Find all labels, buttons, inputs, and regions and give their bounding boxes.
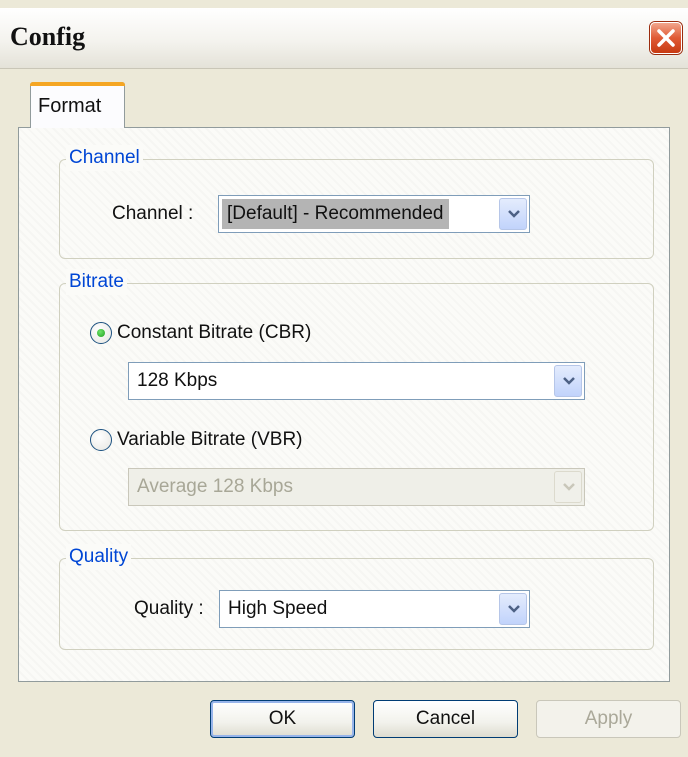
vbr-bitrate-select[interactable]: Average 128 Kbps [128, 468, 585, 506]
vbr-select-value: Average 128 Kbps [137, 476, 293, 497]
cbr-label[interactable]: Constant Bitrate (CBR) [117, 321, 311, 345]
channel-label: Channel : [112, 203, 194, 224]
quality-select[interactable]: High Speed [219, 590, 530, 628]
channel-select-value: [Default] - Recommended [222, 199, 449, 229]
bitrate-group-legend: Bitrate [66, 269, 127, 295]
ok-button[interactable]: OK [210, 700, 355, 738]
chevron-down-icon [563, 483, 575, 491]
vbr-dropdown-button[interactable] [554, 471, 582, 503]
vbr-label[interactable]: Variable Bitrate (VBR) [117, 428, 303, 452]
vbr-radio[interactable] [90, 429, 112, 451]
quality-group-legend: Quality [66, 544, 132, 570]
chevron-down-icon [508, 605, 520, 613]
apply-button[interactable]: Apply [536, 700, 681, 738]
cbr-dropdown-button[interactable] [554, 365, 582, 397]
channel-group: Channel Channel : [Default] - Recommende… [59, 145, 654, 259]
window-title: Config [10, 22, 86, 51]
cancel-button[interactable]: Cancel [373, 700, 518, 738]
tab-format[interactable]: Format [30, 82, 125, 128]
quality-dropdown-button[interactable] [499, 593, 527, 625]
config-dialog: Config Channel Channel : [Default] - Rec… [0, 0, 688, 757]
chevron-down-icon [508, 210, 520, 218]
close-button[interactable] [650, 22, 682, 54]
close-icon [657, 29, 675, 47]
quality-label: Quality : [134, 598, 204, 619]
quality-group: Quality Quality : High Speed [59, 544, 654, 650]
channel-group-legend: Channel [66, 145, 143, 171]
tab-format-label: Format [38, 95, 102, 117]
tab-strip: Format [30, 82, 125, 128]
title-bar[interactable]: Config [0, 8, 688, 69]
cbr-select-value: 128 Kbps [137, 370, 218, 391]
channel-dropdown-button[interactable] [499, 198, 527, 230]
channel-select[interactable]: [Default] - Recommended [218, 195, 530, 233]
quality-select-value: High Speed [228, 598, 328, 619]
bitrate-group: Bitrate Constant Bitrate (CBR) 128 Kbps … [59, 269, 654, 531]
tab-panel: Channel Channel : [Default] - Recommende… [18, 127, 670, 682]
chevron-down-icon [563, 377, 575, 385]
cbr-radio[interactable] [90, 322, 112, 344]
radio-selected-icon [97, 329, 105, 337]
cbr-bitrate-select[interactable]: 128 Kbps [128, 362, 585, 400]
